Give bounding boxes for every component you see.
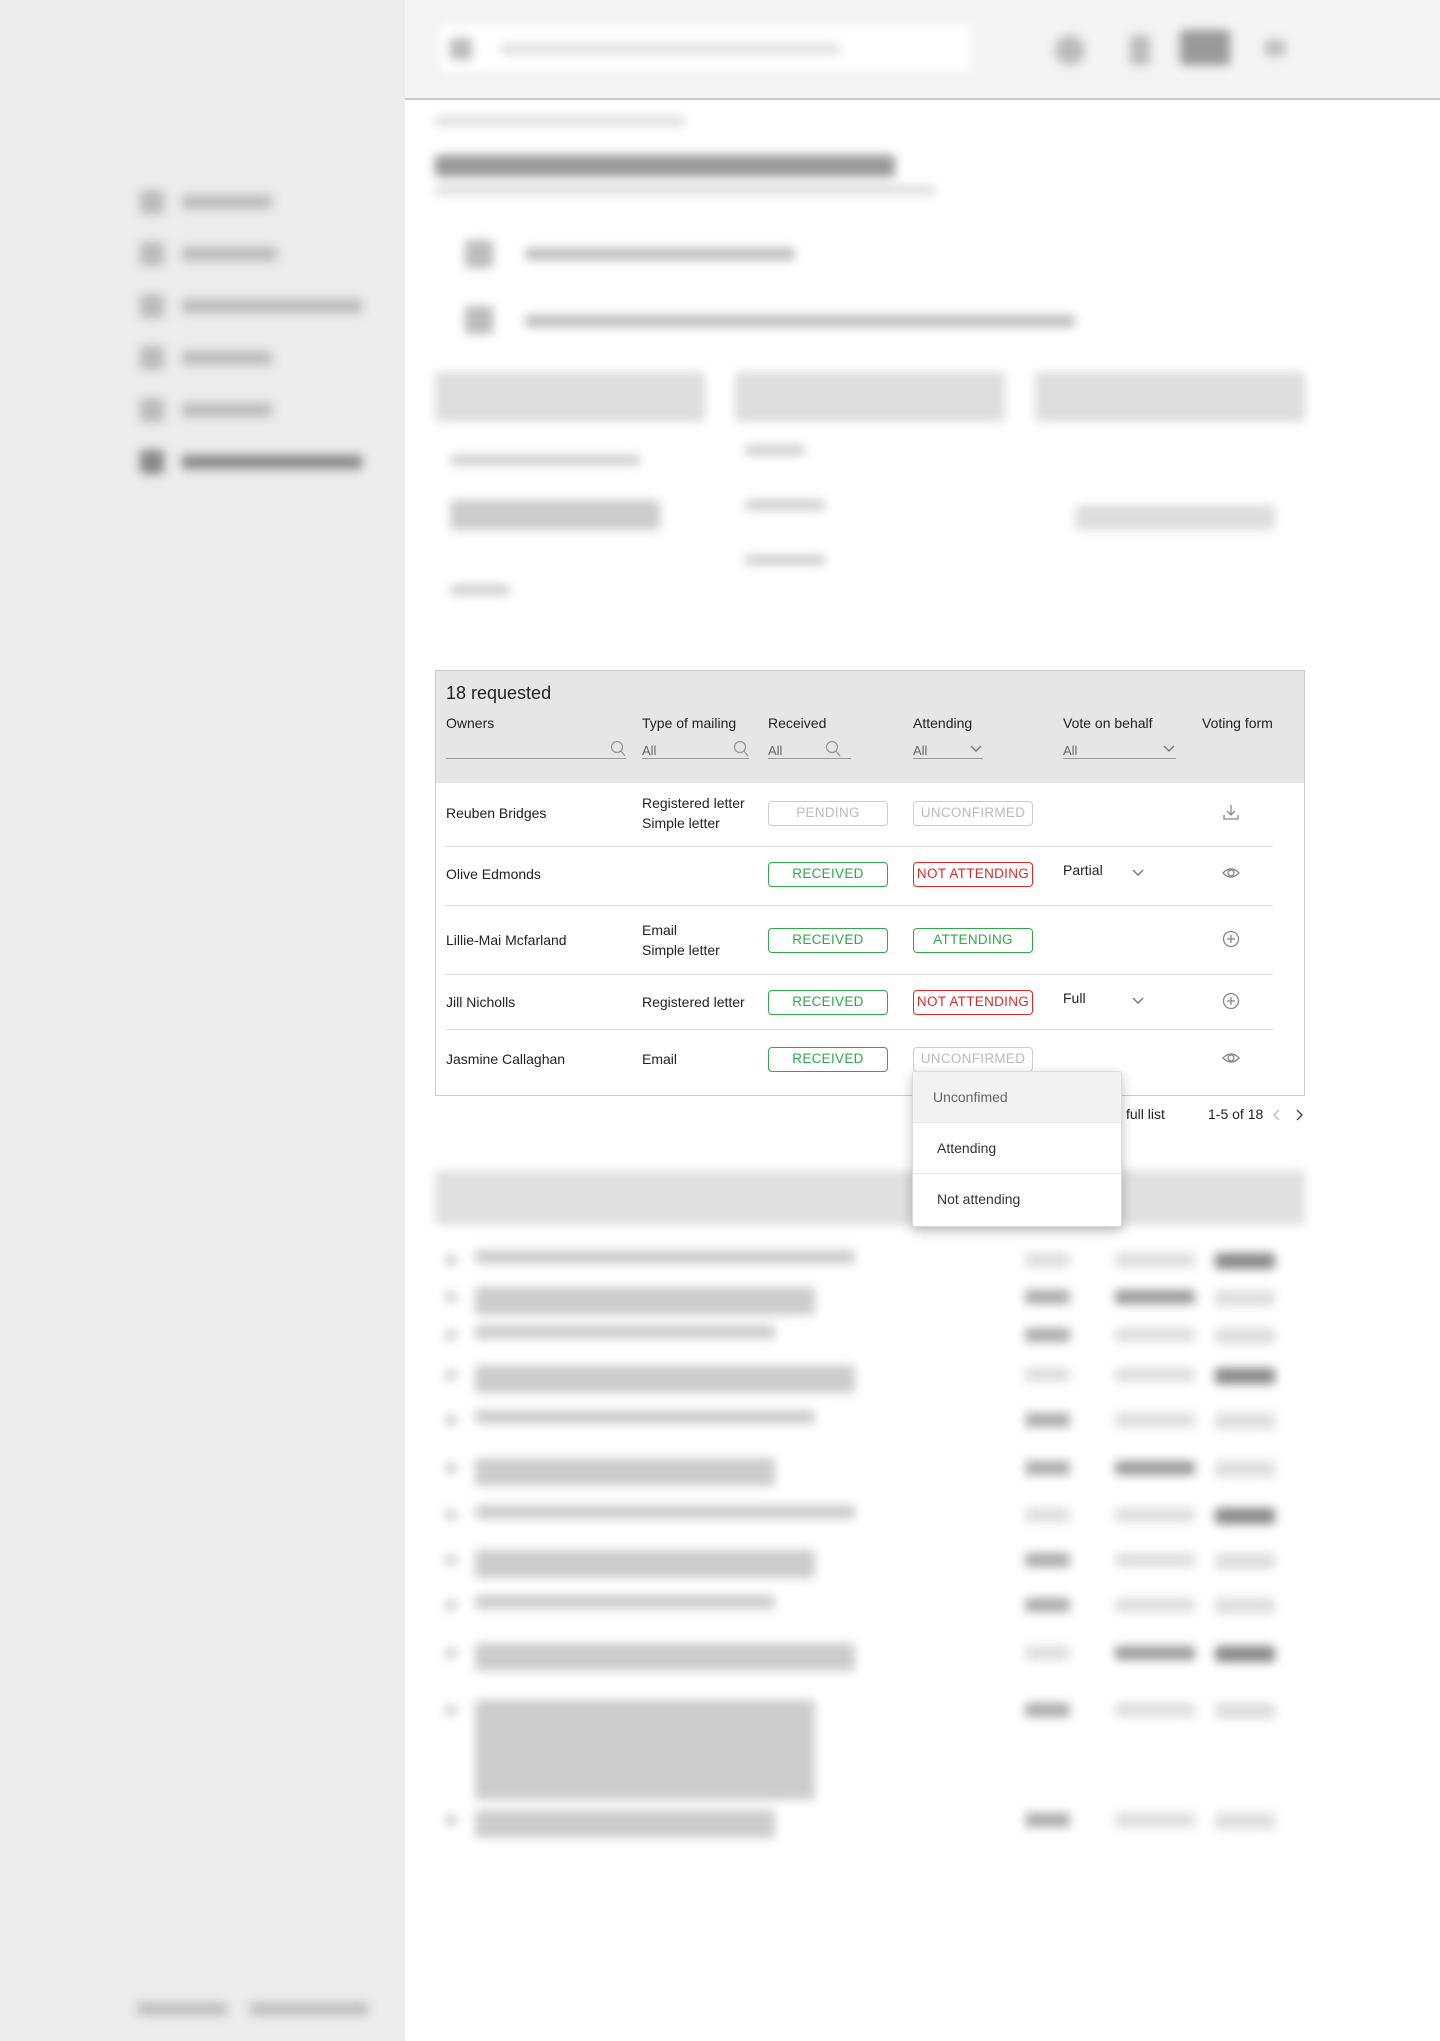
attending-badge[interactable]: NOT ATTENDING (913, 990, 1033, 1015)
mailing-type: Email (642, 1051, 678, 1067)
pagination: w full list 1-5 of 18 (1100, 1106, 1305, 1126)
owner-name: Lillie-Mai Mcfarland (446, 932, 567, 948)
col-vote: Vote on behalf (1063, 715, 1153, 731)
option-unconfirmed[interactable]: Unconfimed (913, 1072, 1121, 1123)
owners-filter[interactable] (446, 737, 626, 759)
search-icon (610, 740, 626, 757)
type-filter[interactable]: All (642, 737, 749, 759)
documents-table-blurred (435, 1170, 1305, 1890)
table-header: 18 requested Owners Type of mailing Rece… (436, 671, 1304, 783)
chevron-right-icon[interactable] (1294, 1109, 1304, 1121)
vote-select[interactable]: Full (1063, 988, 1086, 1008)
col-type: Type of mailing (642, 715, 737, 731)
chevron-down-icon (970, 745, 982, 752)
vote-filter[interactable]: All (1063, 737, 1176, 759)
search-icon (825, 740, 841, 757)
top-bar (405, 0, 1440, 100)
owner-name: Jill Nicholls (446, 994, 516, 1010)
option-not-attending[interactable]: Not attending (913, 1174, 1121, 1225)
received-badge[interactable]: RECEIVED (768, 990, 888, 1015)
attending-badge[interactable]: UNCONFIRMED (913, 1047, 1033, 1072)
chevron-left-icon[interactable] (1272, 1109, 1282, 1121)
plus-circle-icon[interactable] (1222, 930, 1240, 948)
chevron-down-icon (1163, 745, 1175, 752)
option-attending[interactable]: Attending (913, 1123, 1121, 1174)
page-range: 1-5 of 18 (1208, 1106, 1264, 1122)
attending-filter[interactable]: All (913, 737, 983, 759)
vote-select[interactable]: Partial (1063, 860, 1103, 880)
received-filter[interactable]: All (768, 737, 851, 759)
received-badge[interactable]: RECEIVED (768, 928, 888, 953)
row-divider (446, 974, 1273, 975)
owner-name: Jasmine Callaghan (446, 1051, 566, 1067)
chevron-down-icon[interactable] (1131, 996, 1145, 1006)
eye-icon[interactable] (1222, 1049, 1240, 1067)
col-attending: Attending (913, 715, 973, 731)
row-divider (446, 905, 1273, 906)
table-title: 18 requested (446, 683, 552, 703)
mailing-type: Registered letter (642, 994, 745, 1010)
col-owners: Owners (446, 715, 495, 731)
received-badge[interactable]: PENDING (768, 801, 888, 826)
col-received: Received (768, 715, 827, 731)
mailing-type: Registered letter (642, 795, 745, 811)
search-icon (733, 740, 749, 757)
download-icon[interactable] (1222, 803, 1240, 821)
mailing-type: Simple letter (642, 815, 720, 831)
row-divider (446, 846, 1273, 847)
attending-badge[interactable]: UNCONFIRMED (913, 801, 1033, 826)
owner-name: Olive Edmonds (446, 866, 541, 882)
attending-badge[interactable]: NOT ATTENDING (913, 862, 1033, 887)
chevron-down-icon[interactable] (1131, 868, 1145, 878)
requested-table: 18 requested Owners Type of mailing Rece… (435, 670, 1305, 1096)
col-voting-form: Voting form (1202, 715, 1273, 731)
attending-badge[interactable]: ATTENDING (913, 928, 1033, 953)
mailing-type: Email (642, 922, 678, 938)
received-badge[interactable]: RECEIVED (768, 862, 888, 887)
page-header-blurred (435, 110, 1305, 650)
plus-circle-icon[interactable] (1222, 992, 1240, 1010)
received-badge[interactable]: RECEIVED (768, 1047, 888, 1072)
eye-icon[interactable] (1222, 864, 1240, 882)
owner-name: Reuben Bridges (446, 805, 547, 821)
mailing-type: Simple letter (642, 942, 720, 958)
row-divider (446, 1029, 1273, 1030)
sidebar (0, 0, 405, 2041)
attending-dropdown-menu: Unconfimed Attending Not attending (912, 1071, 1122, 1227)
